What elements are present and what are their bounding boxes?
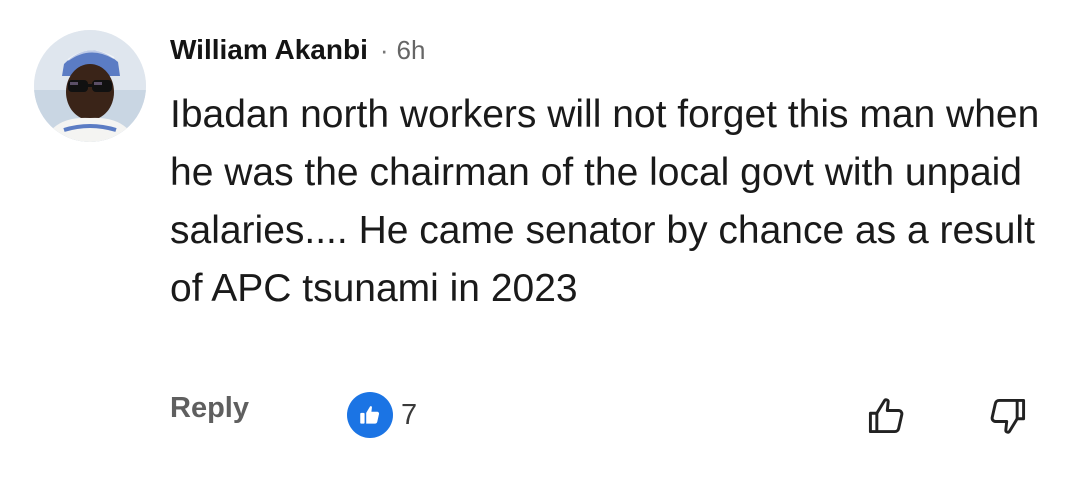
dislike-button[interactable] [986,394,1030,438]
comment-meta: William Akanbi · 6h [170,30,425,70]
comment-body: Ibadan north workers will not forget thi… [170,93,1040,310]
like-button[interactable] [864,394,908,438]
avatar-image [34,30,146,142]
thumbs-down-outline-icon [990,398,1026,434]
comment-card: William Akanbi · 6h Ibadan north workers… [0,0,1080,483]
meta-separator: · [379,34,389,65]
author-name[interactable]: William Akanbi [170,34,368,66]
thumbs-up-icon [347,392,393,438]
reaction-summary[interactable]: 7 [347,392,417,438]
avatar[interactable] [34,30,146,142]
like-count: 7 [401,398,418,431]
thumbs-up-outline-icon [868,398,904,434]
reply-button[interactable]: Reply [170,392,249,425]
timestamp: 6h [396,34,426,65]
